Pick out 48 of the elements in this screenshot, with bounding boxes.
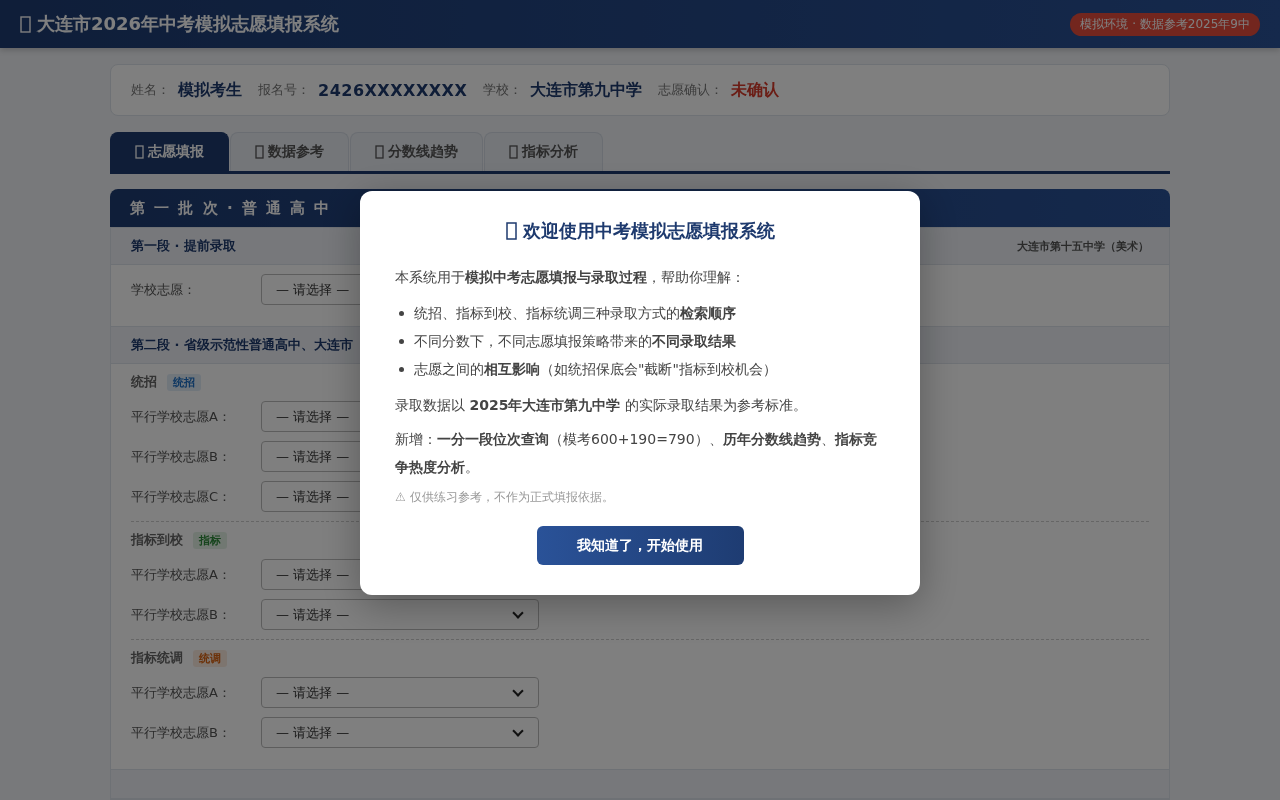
info-label: 学校： [483, 81, 523, 99]
stage-title: 第二段 · 省级示范性普通高中、大连市 [131, 336, 353, 354]
info-label: 志愿确认： [658, 81, 724, 99]
info-label: 姓名： [131, 81, 170, 99]
bullet-text: 统招、指标到校、指标统调三种录取方式的检索顺序 [414, 304, 736, 323]
box-icon [505, 222, 517, 240]
disclaimer-text: ⚠ 仅供练习参考，不作为正式填报依据。 [395, 489, 615, 506]
tab[interactable]: 指标分析 [484, 132, 603, 171]
info-value: 模拟考生 [178, 79, 242, 101]
stage-title: 第一段 · 提前录取 [131, 237, 236, 255]
paragraph: 新增：一分一段位次查询（模考600+190=790）、历年分数线趋势、指标竞争热度分析。 [395, 430, 878, 477]
app-title: 大连市2026年中考模拟志愿填报系统 [37, 12, 340, 36]
stage-note: 大连市第十五中学（美术） [1017, 238, 1149, 254]
bullet-dot [399, 338, 404, 344]
choice-label: 平行学校志愿B： [131, 723, 232, 742]
start-button[interactable]: 我知道了，开始使用 [536, 526, 744, 565]
choice-label: 平行学校志愿A： [131, 683, 232, 702]
box-icon [255, 145, 264, 159]
choice-label: 学校志愿： [131, 280, 197, 299]
school-select[interactable]: — 请选择 — [261, 599, 539, 630]
choice-label: 平行学校志愿C： [131, 487, 233, 506]
paragraph: 录取数据以 2025年大连市第九中学 的实际录取结果为参考标准。 [395, 396, 808, 415]
info-label: 报名号： [258, 81, 310, 99]
intro-text: 本系统用于模拟中考志愿填报与录取过程，帮助你理解： [395, 268, 746, 287]
info-value: 2426XXXXXXXX [318, 80, 468, 100]
box-icon [375, 145, 384, 159]
box-icon [135, 145, 144, 159]
tab[interactable]: 分数线趋势 [350, 132, 483, 171]
group-label: 统招 [131, 373, 157, 391]
environment-badge: 模拟环境 · 数据参考2025年9中 [1070, 12, 1260, 36]
choice-label: 平行学校志愿B： [131, 447, 232, 466]
tab[interactable]: 志愿填报 [110, 132, 229, 171]
group-label: 指标统调 [131, 649, 183, 667]
choice-label: 平行学校志愿A： [131, 407, 232, 426]
bullet-dot [399, 310, 404, 316]
choice-label: 平行学校志愿B： [131, 605, 232, 624]
bullet-text: 不同分数下，不同志愿填报策略带来的不同录取结果 [414, 332, 736, 351]
group-label: 指标到校 [131, 531, 183, 549]
box-icon [509, 145, 518, 159]
info-value: 未确认 [731, 79, 780, 101]
info-value: 大连市第九中学 [530, 79, 643, 101]
bullet-dot [399, 366, 404, 372]
school-select[interactable]: — 请选择 — [261, 717, 539, 748]
box-icon [20, 15, 31, 33]
school-select[interactable]: — 请选择 — [261, 677, 539, 708]
choice-label: 平行学校志愿A： [131, 565, 232, 584]
tab[interactable]: 数据参考 [230, 132, 349, 171]
bullet-text: 志愿之间的相互影响（如统招保底会"截断"指标到校机会） [414, 360, 777, 379]
